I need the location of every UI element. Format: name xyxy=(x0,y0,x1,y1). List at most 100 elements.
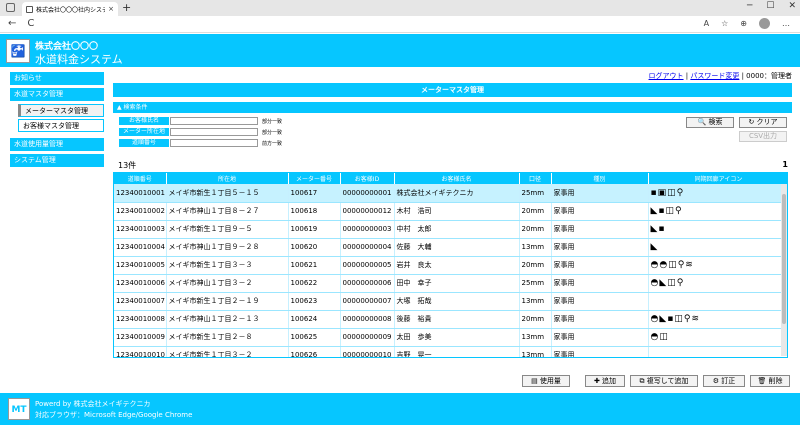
col-diameter[interactable]: 口径 xyxy=(519,173,552,184)
system-name: 水道料金システム xyxy=(35,53,123,66)
address-bar-area: ← C A ☆ ⊕ … xyxy=(0,16,800,33)
sidebar-item-system[interactable]: システム管理 xyxy=(10,154,104,167)
sidebar: お知らせ 水道マスタ管理 メーターマスタ管理 お客様マスタ管理 水道使用量管理 … xyxy=(10,72,104,170)
sidebar-item-meter-master[interactable]: メーターマスタ管理 xyxy=(18,104,104,117)
cell-location: メイギ市新生１丁目３－３ xyxy=(166,256,289,275)
reload-icon[interactable]: C xyxy=(27,18,34,30)
tab-actions-icon[interactable] xyxy=(6,3,15,12)
browser-titlebar: 株式会社〇〇〇社内システム／メ… × + ─ ☐ ✕ xyxy=(0,0,800,16)
table-scrollbar[interactable] xyxy=(781,184,787,356)
criteria-label: お客様氏名 xyxy=(119,117,169,125)
cell-route: 12340010006 xyxy=(114,274,167,293)
criteria-row-location: メーター所在地 部分一致 xyxy=(119,128,282,136)
favicon-icon xyxy=(26,5,33,13)
logout-link[interactable]: ログアウト xyxy=(649,72,684,80)
result-count: 13件 xyxy=(118,161,137,170)
cell-meter: 100626 xyxy=(288,346,341,357)
cell-route: 12340010005 xyxy=(114,256,167,275)
cell-diameter: 13mm xyxy=(519,328,552,347)
search-button[interactable]: 🔍 検索 xyxy=(686,117,734,128)
col-customer-id[interactable]: お客様ID xyxy=(340,173,395,184)
page-number[interactable]: 1 xyxy=(782,160,788,169)
current-user: | 0000：管理者 xyxy=(741,72,792,80)
table-row[interactable]: 12340010004 メイギ市神山１丁目９－２８ 100620 0000000… xyxy=(114,238,787,257)
cell-type: 家事用 xyxy=(551,238,649,257)
cell-customer-name: 大塚 拓哉 xyxy=(394,292,520,311)
sidebar-item-usage[interactable]: 水道使用量管理 xyxy=(10,138,104,151)
cell-customer-name: 佐藤 大輔 xyxy=(394,238,520,257)
favorite-icon[interactable]: ☆ xyxy=(721,18,728,30)
cell-customer-name: 太田 歩美 xyxy=(394,328,520,347)
copy-add-button[interactable]: ⧉ 複写して追加 xyxy=(630,375,698,387)
col-icons: 同期回廊アイコン xyxy=(648,173,787,184)
cell-customer-id: 00000000007 xyxy=(340,292,395,311)
table-row[interactable]: 12340010010 メイギ市新生１丁目３－２ 100626 00000000… xyxy=(114,346,787,357)
link-separator: | xyxy=(685,72,689,80)
cell-route: 12340010010 xyxy=(114,346,167,357)
sidebar-item-water-master[interactable]: 水道マスタ管理 xyxy=(10,88,104,101)
cell-customer-id: 00000000005 xyxy=(340,256,395,275)
meter-table: 道順番号 所在地 メーター番号 お客様ID お客様氏名 口径 種別 同期回廊アイ… xyxy=(113,172,788,358)
table-row[interactable]: 12340010009 メイギ市新生１丁目２－８ 100625 00000000… xyxy=(114,328,787,347)
powered-by: Powerd by 株式会社メイギテクニカ xyxy=(35,400,151,408)
table-row[interactable]: 12340010007 メイギ市新生１丁目２－１９ 100623 0000000… xyxy=(114,292,787,311)
minimize-icon[interactable]: ─ xyxy=(747,1,752,11)
table-header-row: 道順番号 所在地 メーター番号 お客様ID お客様氏名 口径 種別 同期回廊アイ… xyxy=(114,173,787,184)
close-window-icon[interactable]: ✕ xyxy=(788,1,796,11)
company-logo-icon: MT xyxy=(8,398,30,420)
table-row[interactable]: 12340010005 メイギ市新生１丁目３－３ 100621 00000000… xyxy=(114,256,787,275)
maximize-icon[interactable]: ☐ xyxy=(766,1,774,11)
location-input[interactable] xyxy=(170,128,258,136)
profile-avatar[interactable] xyxy=(759,18,770,29)
change-password-link[interactable]: パスワード変更 xyxy=(690,72,739,80)
tab-close-icon[interactable]: × xyxy=(108,5,114,13)
edit-button[interactable]: ⚙ 訂正 xyxy=(703,375,745,387)
back-icon[interactable]: ← xyxy=(8,18,16,30)
cell-route: 12340010001 xyxy=(114,184,167,203)
read-aloud-icon[interactable]: A xyxy=(704,18,709,30)
cell-location: メイギ市新生１丁目９－５ xyxy=(166,220,289,239)
usage-button[interactable]: ▤ 使用量 xyxy=(522,375,570,387)
table-row[interactable]: 12340010008 メイギ市神山１丁目２－１３ 100624 0000000… xyxy=(114,310,787,329)
search-panel: お客様氏名 部分一致 メーター所在地 部分一致 道順番号 前方一致 🔍 検索 ↻… xyxy=(113,113,792,151)
table-row[interactable]: 12340010002 メイギ市神山１丁目８－２７ 100618 0000000… xyxy=(114,202,787,221)
new-tab-button[interactable]: + xyxy=(122,2,131,14)
supported-browsers: 対応ブラウザ：Microsoft Edge/Google Chrome xyxy=(35,411,193,419)
col-route-number[interactable]: 道順番号 xyxy=(114,173,167,184)
col-customer-name[interactable]: お客様氏名 xyxy=(394,173,520,184)
sidebar-item-customer-master[interactable]: お客様マスタ管理 xyxy=(18,119,104,132)
cell-customer-name: 岩井 良太 xyxy=(394,256,520,275)
search-toggle[interactable]: ▲ 検索条件 xyxy=(113,102,792,113)
customer-name-input[interactable] xyxy=(170,117,258,125)
col-type[interactable]: 種別 xyxy=(551,173,649,184)
add-button[interactable]: ✚ 追加 xyxy=(585,375,625,387)
cell-type: 家事用 xyxy=(551,346,649,357)
table-row[interactable]: 12340010006 メイギ市神山１丁目３－２ 100622 00000000… xyxy=(114,274,787,293)
cell-meter: 100617 xyxy=(288,184,341,203)
sidebar-item-notice[interactable]: お知らせ xyxy=(10,72,104,85)
menu-icon[interactable]: … xyxy=(782,18,790,30)
clear-button[interactable]: ↻ クリア xyxy=(739,117,787,128)
cell-route: 12340010008 xyxy=(114,310,167,329)
cell-status-icons: ▪▣◫⚲ xyxy=(648,184,787,203)
col-meter-number[interactable]: メーター番号 xyxy=(288,173,341,184)
delete-button[interactable]: 🗑 削除 xyxy=(750,375,790,387)
browser-tab[interactable]: 株式会社〇〇〇社内システム／メ… × xyxy=(22,2,118,16)
cell-meter: 100620 xyxy=(288,238,341,257)
table-row[interactable]: 12340010003 メイギ市新生１丁目９－５ 100619 00000000… xyxy=(114,220,787,239)
col-location[interactable]: 所在地 xyxy=(166,173,289,184)
cell-diameter: 20mm xyxy=(519,256,552,275)
scroll-thumb[interactable] xyxy=(782,194,786,324)
cell-customer-id: 00000000008 xyxy=(340,310,395,329)
route-number-input[interactable] xyxy=(170,139,258,147)
cell-diameter: 13mm xyxy=(519,292,552,311)
cell-status-icons: ◓◓◫⚲≋ xyxy=(648,256,787,275)
collections-icon[interactable]: ⊕ xyxy=(740,18,747,30)
cell-type: 家事用 xyxy=(551,184,649,203)
cell-customer-id: 00000000012 xyxy=(340,202,395,221)
cell-type: 家事用 xyxy=(551,202,649,221)
csv-export-button[interactable]: CSV出力 xyxy=(739,131,787,142)
url-field[interactable] xyxy=(56,18,636,30)
table-row[interactable]: 12340010001 メイギ市新生１丁目５－１５ 100617 0000000… xyxy=(114,184,787,203)
cell-customer-id: 00000000009 xyxy=(340,328,395,347)
